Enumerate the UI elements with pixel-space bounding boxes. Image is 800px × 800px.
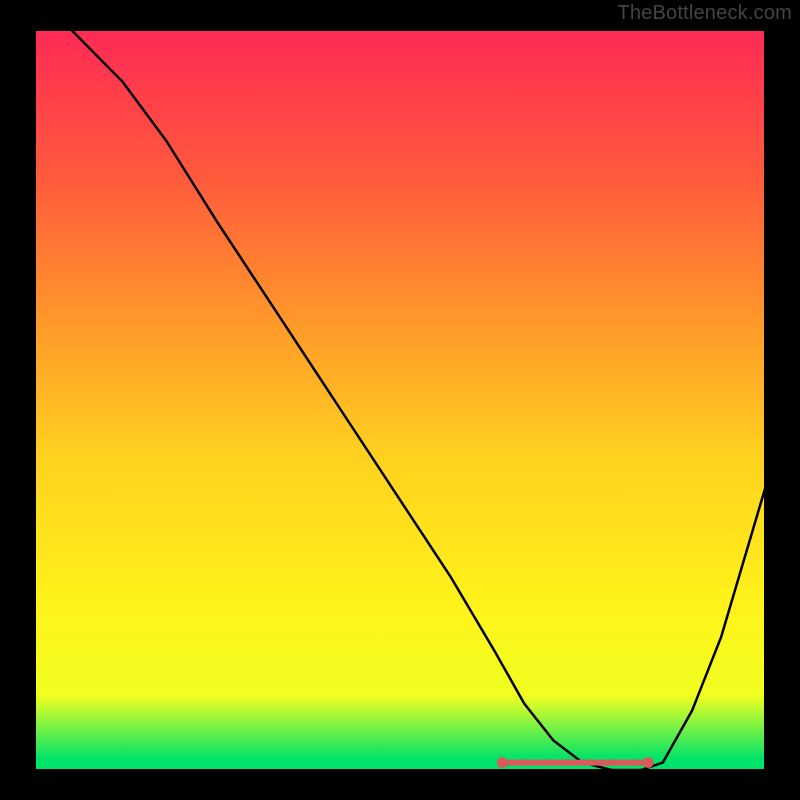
optimal-range-dot xyxy=(608,759,615,766)
plot-background xyxy=(35,30,765,770)
optimal-range-dot xyxy=(587,759,594,766)
chart-container: TheBottleneck.com xyxy=(0,0,800,800)
optimal-range-dot xyxy=(521,759,528,766)
optimal-range-dot xyxy=(643,757,654,768)
optimal-range-dot xyxy=(497,757,508,768)
bottleneck-chart xyxy=(0,0,800,800)
optimal-range-dot xyxy=(630,759,637,766)
optimal-range-dot xyxy=(543,759,550,766)
optimal-range-dot xyxy=(565,759,572,766)
